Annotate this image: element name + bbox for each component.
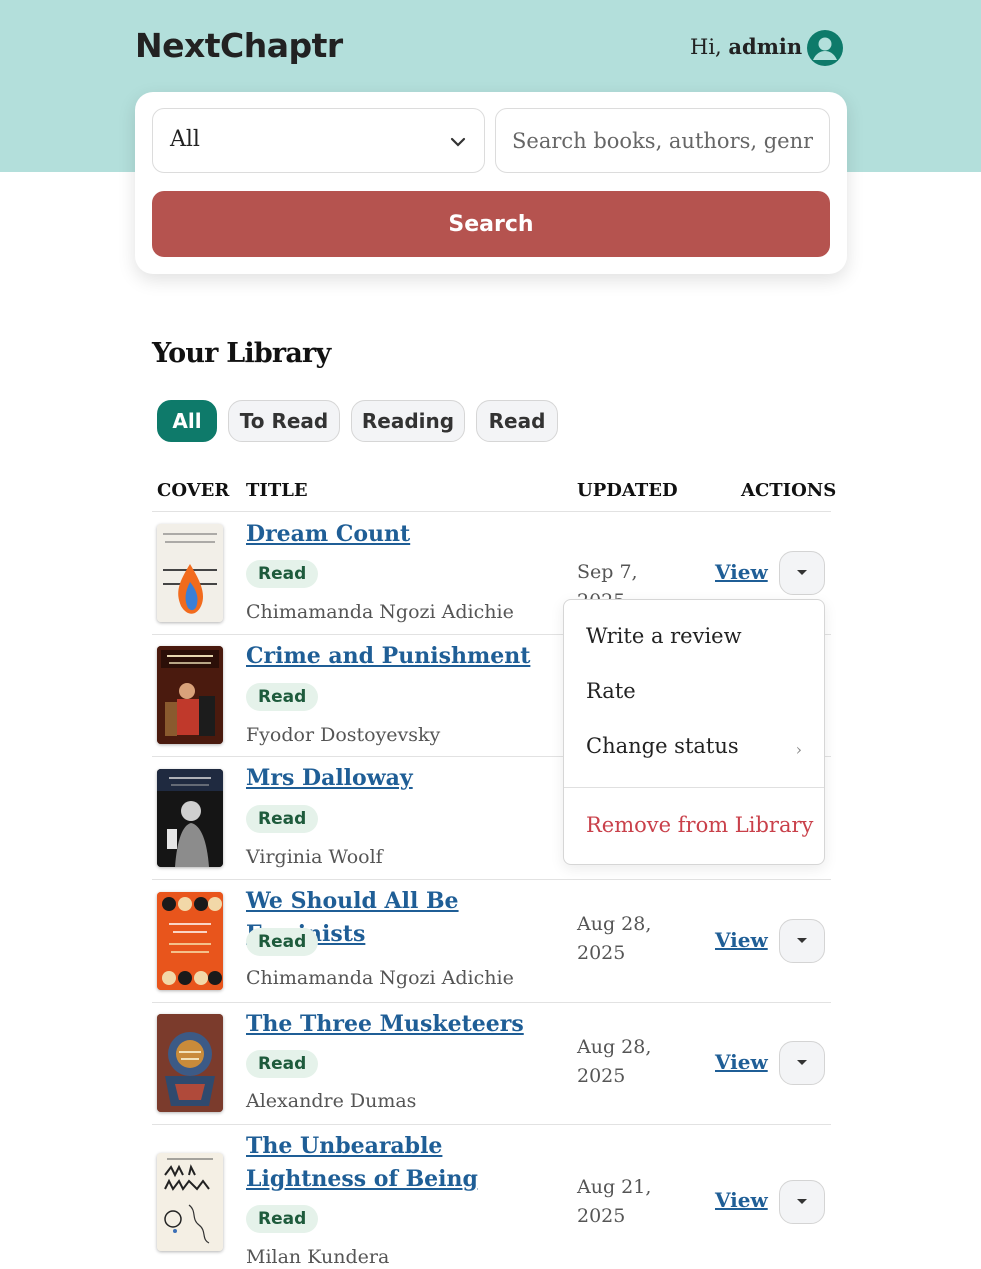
book-cover[interactable] (157, 646, 223, 744)
book-author: Milan Kundera (246, 1246, 390, 1268)
chevron-down-icon (450, 133, 466, 152)
status-badge: Read (246, 560, 319, 588)
caret-down-icon (797, 570, 807, 575)
status-badge: Read (246, 805, 319, 833)
column-header-actions: ACTIONS (741, 480, 837, 501)
menu-item-change-status[interactable]: Change status (586, 734, 739, 758)
filter-read[interactable]: Read (476, 400, 558, 442)
updated-date: Aug 28, 2025 (577, 1036, 652, 1087)
column-header-updated: UPDATED (577, 480, 678, 501)
menu-item-rate[interactable]: Rate (586, 679, 636, 703)
book-cover[interactable] (157, 892, 223, 990)
table-row: The Three Musketeers Read Alexandre Duma… (152, 1003, 831, 1125)
table-row: We Should All Be Feminists Read Chimaman… (152, 880, 831, 1003)
menu-item-remove-from-library[interactable]: Remove from Library (586, 813, 813, 837)
filter-all[interactable]: All (157, 400, 217, 442)
view-link[interactable]: View (715, 1188, 768, 1212)
search-card: All Search (135, 92, 847, 274)
actions-dropdown-button[interactable] (779, 919, 825, 963)
book-title-link[interactable]: The Three Musketeers (246, 1008, 556, 1041)
view-link[interactable]: View (715, 1050, 768, 1074)
actions-menu: Write a review Rate Change status › Remo… (563, 599, 825, 865)
book-title-link[interactable]: Dream Count (246, 518, 556, 551)
library-title: Your Library (152, 338, 331, 369)
book-author: Chimamanda Ngozi Adichie (246, 967, 514, 989)
book-author: Virginia Woolf (246, 846, 383, 868)
status-badge: Read (246, 1205, 319, 1233)
view-link[interactable]: View (715, 560, 768, 584)
category-select[interactable]: All (152, 108, 485, 173)
menu-divider (564, 787, 824, 788)
view-link[interactable]: View (715, 928, 768, 952)
actions-dropdown-button[interactable] (779, 1041, 825, 1085)
filter-reading[interactable]: Reading (351, 400, 465, 442)
updated-date: Aug 21, 2025 (577, 1176, 652, 1227)
chevron-right-icon: › (795, 740, 802, 759)
greeting-prefix: Hi, (690, 35, 722, 59)
book-title-link[interactable]: The Unbearable Lightness of Being (246, 1130, 556, 1196)
book-author: Fyodor Dostoyevsky (246, 724, 441, 746)
book-title-link[interactable]: Mrs Dalloway (246, 762, 556, 795)
username: admin (728, 34, 803, 59)
status-badge: Read (246, 683, 319, 711)
book-author: Chimamanda Ngozi Adichie (246, 601, 514, 623)
book-title-link[interactable]: Crime and Punishment (246, 640, 556, 673)
category-select-value: All (170, 127, 200, 152)
column-header-title: TITLE (246, 480, 308, 501)
status-badge: Read (246, 928, 319, 956)
status-badge: Read (246, 1050, 319, 1078)
caret-down-icon (797, 1199, 807, 1204)
brand-logo[interactable]: NextChaptr (135, 26, 343, 65)
search-input[interactable] (495, 108, 830, 173)
actions-dropdown-button[interactable] (779, 1180, 825, 1224)
column-header-cover: COVER (157, 480, 230, 501)
menu-item-write-review[interactable]: Write a review (586, 624, 742, 648)
book-author: Alexandre Dumas (246, 1090, 417, 1112)
table-row: The Unbearable Lightness of Being Read M… (152, 1125, 831, 1269)
caret-down-icon (797, 938, 807, 943)
updated-date: Aug 28, 2025 (577, 913, 652, 964)
book-cover[interactable] (157, 1153, 223, 1251)
user-circle-icon[interactable] (807, 30, 843, 66)
actions-dropdown-button[interactable] (779, 551, 825, 595)
book-cover[interactable] (157, 1014, 223, 1112)
caret-down-icon (797, 1060, 807, 1065)
book-cover[interactable] (157, 769, 223, 867)
filter-to-read[interactable]: To Read (228, 400, 340, 442)
user-greeting: Hi, admin (690, 34, 802, 59)
search-button[interactable]: Search (152, 191, 830, 257)
book-cover[interactable] (157, 524, 223, 622)
